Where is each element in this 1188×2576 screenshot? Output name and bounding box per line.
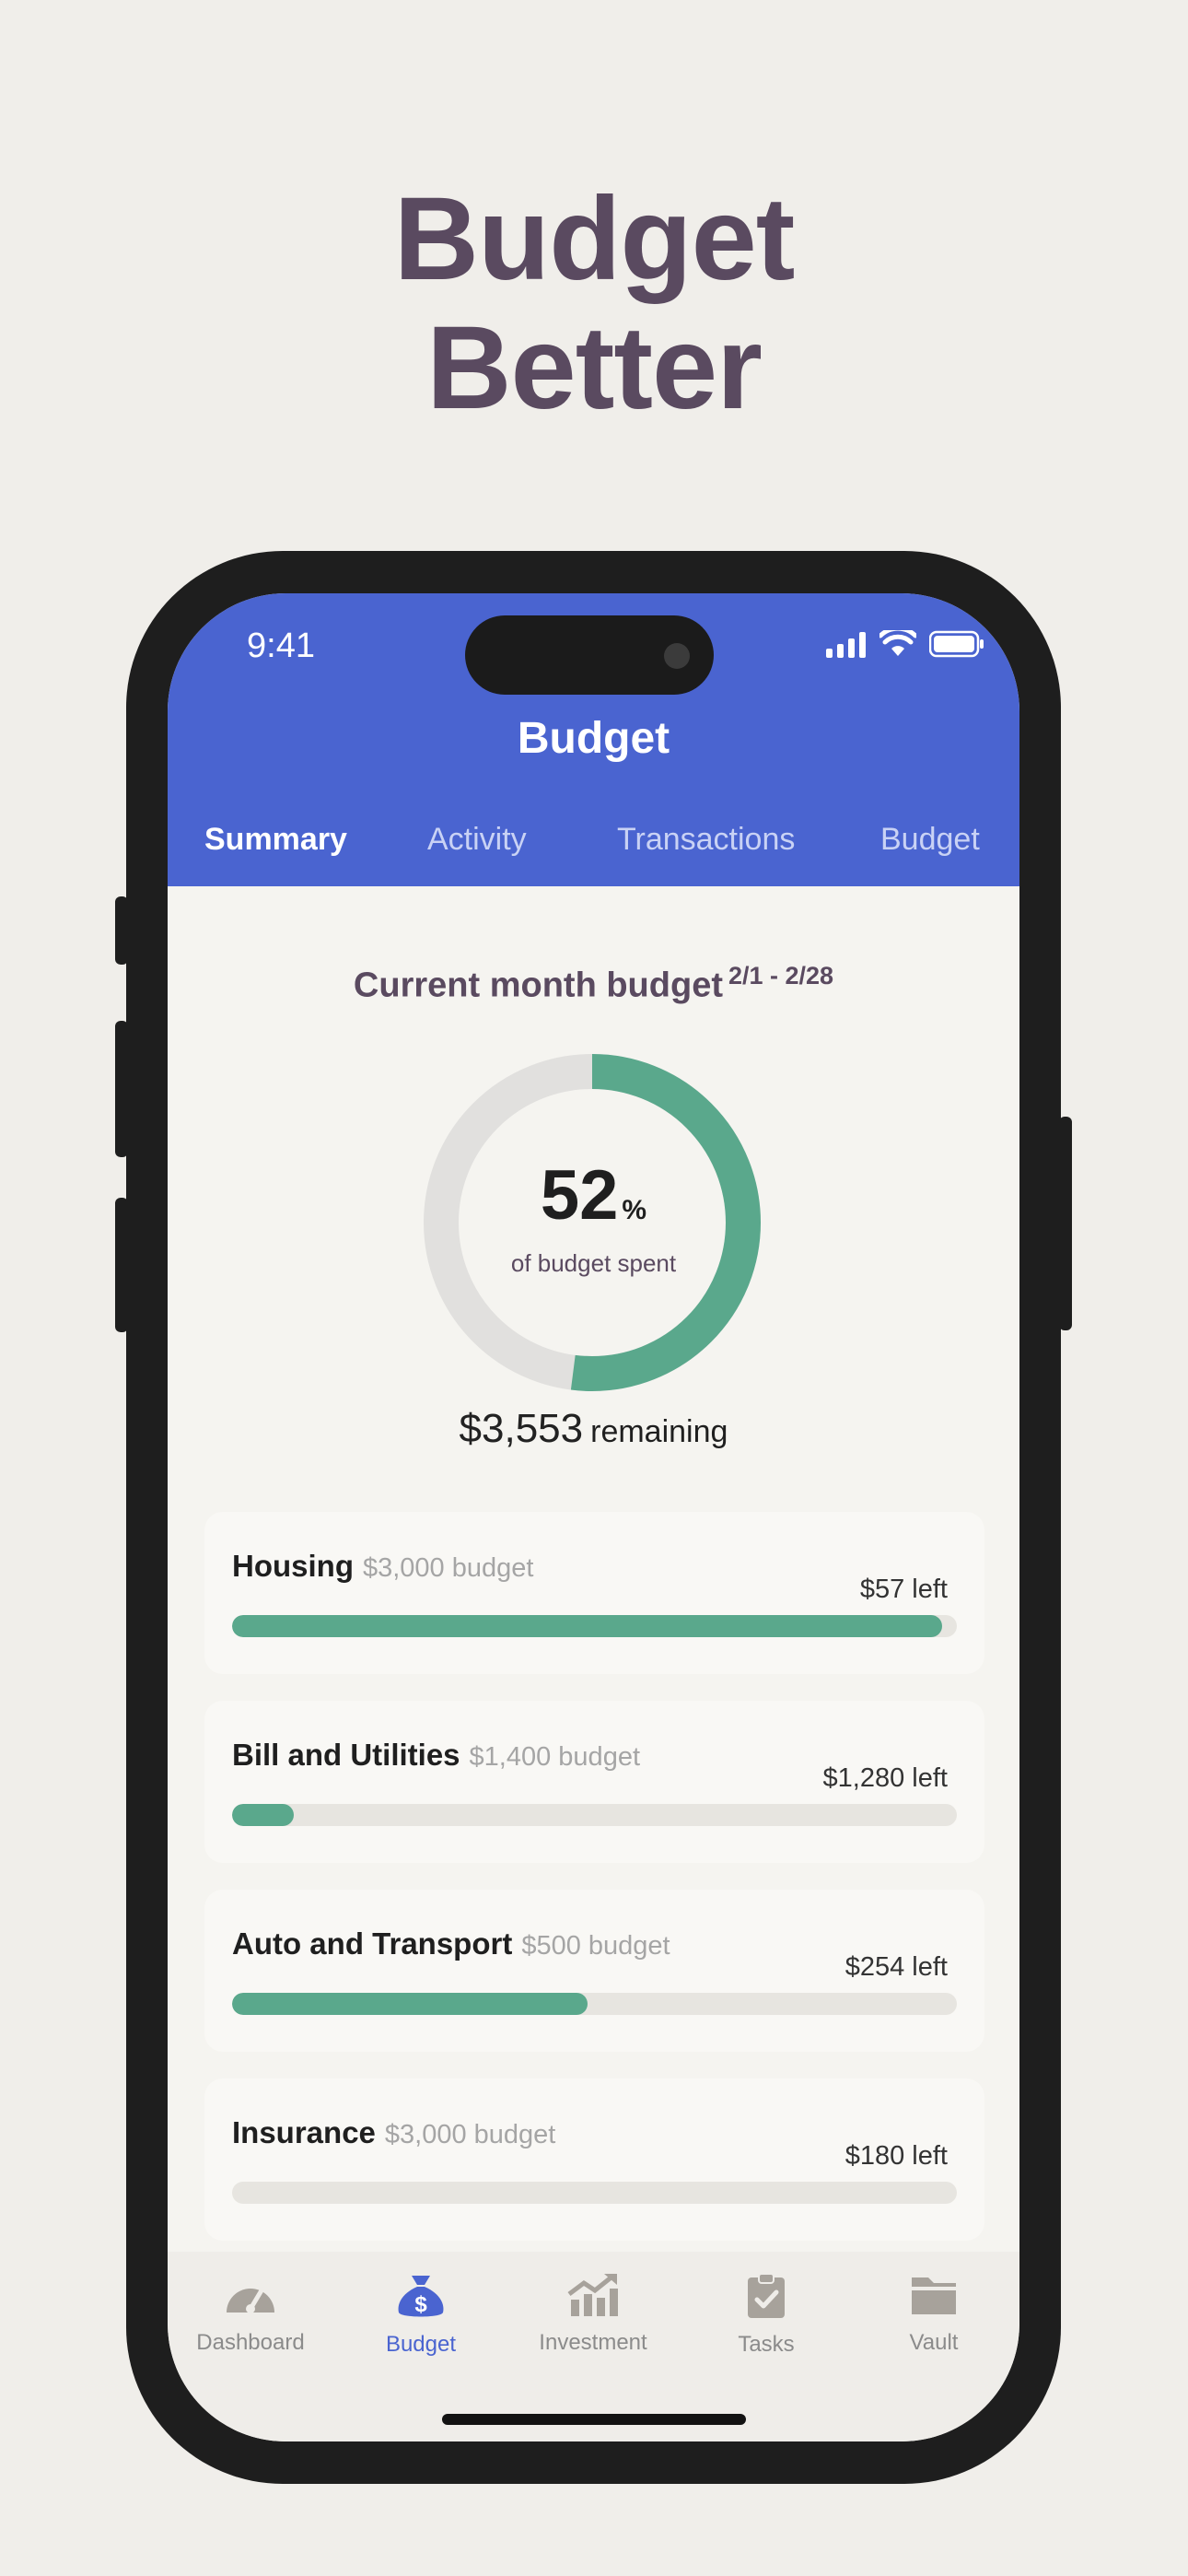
remaining-summary: $3,553 remaining [168,1406,1019,1452]
volume-up-button [115,1021,128,1157]
remaining-label: remaining [590,1414,728,1449]
category-left: $57 left [859,1575,948,1604]
tab-activity[interactable]: Activity [427,822,527,858]
money-bag-icon: $ [398,2276,444,2317]
summary-title-text: Current month budget [353,966,723,1005]
tabbar-item-investment[interactable]: Investment [510,2272,676,2356]
category-card-auto-transport[interactable]: Auto and Transport $500 budget $254 left [204,1890,984,2052]
category-budget: $3,000 budget [362,1553,534,1583]
category-name: Insurance [232,2115,376,2149]
app-header: 9:41 Budget Summary Activity Transaction… [168,593,1019,886]
percent-value: 52 [540,1156,619,1235]
category-left: $1,280 left [822,1763,948,1793]
silent-switch [115,896,128,965]
segment-tabs: Summary Activity Transactions Budget [168,822,1019,877]
progress-fill [232,1804,294,1826]
tabbar-label: Tasks [738,2332,795,2357]
tab-budget[interactable]: Budget [880,822,980,858]
percent-spent: 52% [168,1155,1019,1235]
tabbar-label: Vault [909,2330,959,2355]
camera-icon [664,643,690,669]
progress-track [232,1993,957,2015]
signal-icon [826,632,866,658]
battery-icon [929,630,984,658]
category-left: $180 left [844,2141,948,2171]
tabbar-item-dashboard[interactable]: Dashboard [168,2272,333,2356]
hero-headline: Budget Better [0,175,1188,433]
summary-title: Current month budget 2/1 - 2/28 [168,962,1019,1006]
percent-caption: of budget spent [510,1249,677,1277]
category-budget: $3,000 budget [384,2120,556,2149]
clipboard-check-icon [748,2273,785,2318]
svg-text:$: $ [414,2292,427,2317]
headline-line-2: Better [426,302,763,434]
home-indicator [442,2414,746,2425]
category-name: Bill and Utilities [232,1738,460,1772]
tabbar-label: Investment [539,2330,647,2355]
status-icons [826,630,984,658]
progress-fill [232,1615,943,1637]
tabbar-item-vault[interactable]: Vault [851,2272,1017,2356]
category-budget: $500 budget [521,1931,670,1961]
tab-transactions[interactable]: Transactions [617,822,795,858]
tabbar-label: Budget [385,2332,457,2357]
category-card-bills-utilities[interactable]: Bill and Utilities $1,400 budget $1,280 l… [204,1701,984,1863]
progress-track [232,1804,957,1826]
wifi-icon [879,630,916,656]
status-time: 9:41 [247,626,315,665]
category-card-insurance[interactable]: Insurance $3,000 budget $180 left [204,2078,984,2241]
chart-up-icon [567,2274,618,2316]
category-name: Auto and Transport [232,1926,513,1961]
folder-icon [912,2277,956,2314]
remaining-amount: $3,553 [459,1406,584,1451]
date-range: 2/1 - 2/28 [728,962,834,989]
tabbar-label: Dashboard [196,2330,305,2355]
category-name: Housing [232,1549,354,1583]
category-left: $254 left [844,1952,948,1982]
tab-summary[interactable]: Summary [204,822,347,858]
power-button [1059,1117,1072,1330]
volume-down-button [115,1198,128,1332]
tabbar-item-tasks[interactable]: Tasks [683,2272,849,2358]
progress-fill [232,1993,588,2015]
progress-track [232,2182,957,2204]
progress-track [232,1615,957,1637]
gauge-icon [227,2288,274,2313]
category-card-housing[interactable]: Housing $3,000 budget $57 left [204,1512,984,1674]
percent-symbol: % [622,1195,647,1225]
app-screen: 9:41 Budget Summary Activity Transaction… [168,593,1019,2441]
dynamic-island [465,615,714,695]
page-title: Budget [517,714,670,763]
tabbar-item-budget[interactable]: $ Budget [338,2272,504,2358]
category-budget: $1,400 budget [469,1742,641,1772]
headline-line-1: Budget [393,173,796,305]
